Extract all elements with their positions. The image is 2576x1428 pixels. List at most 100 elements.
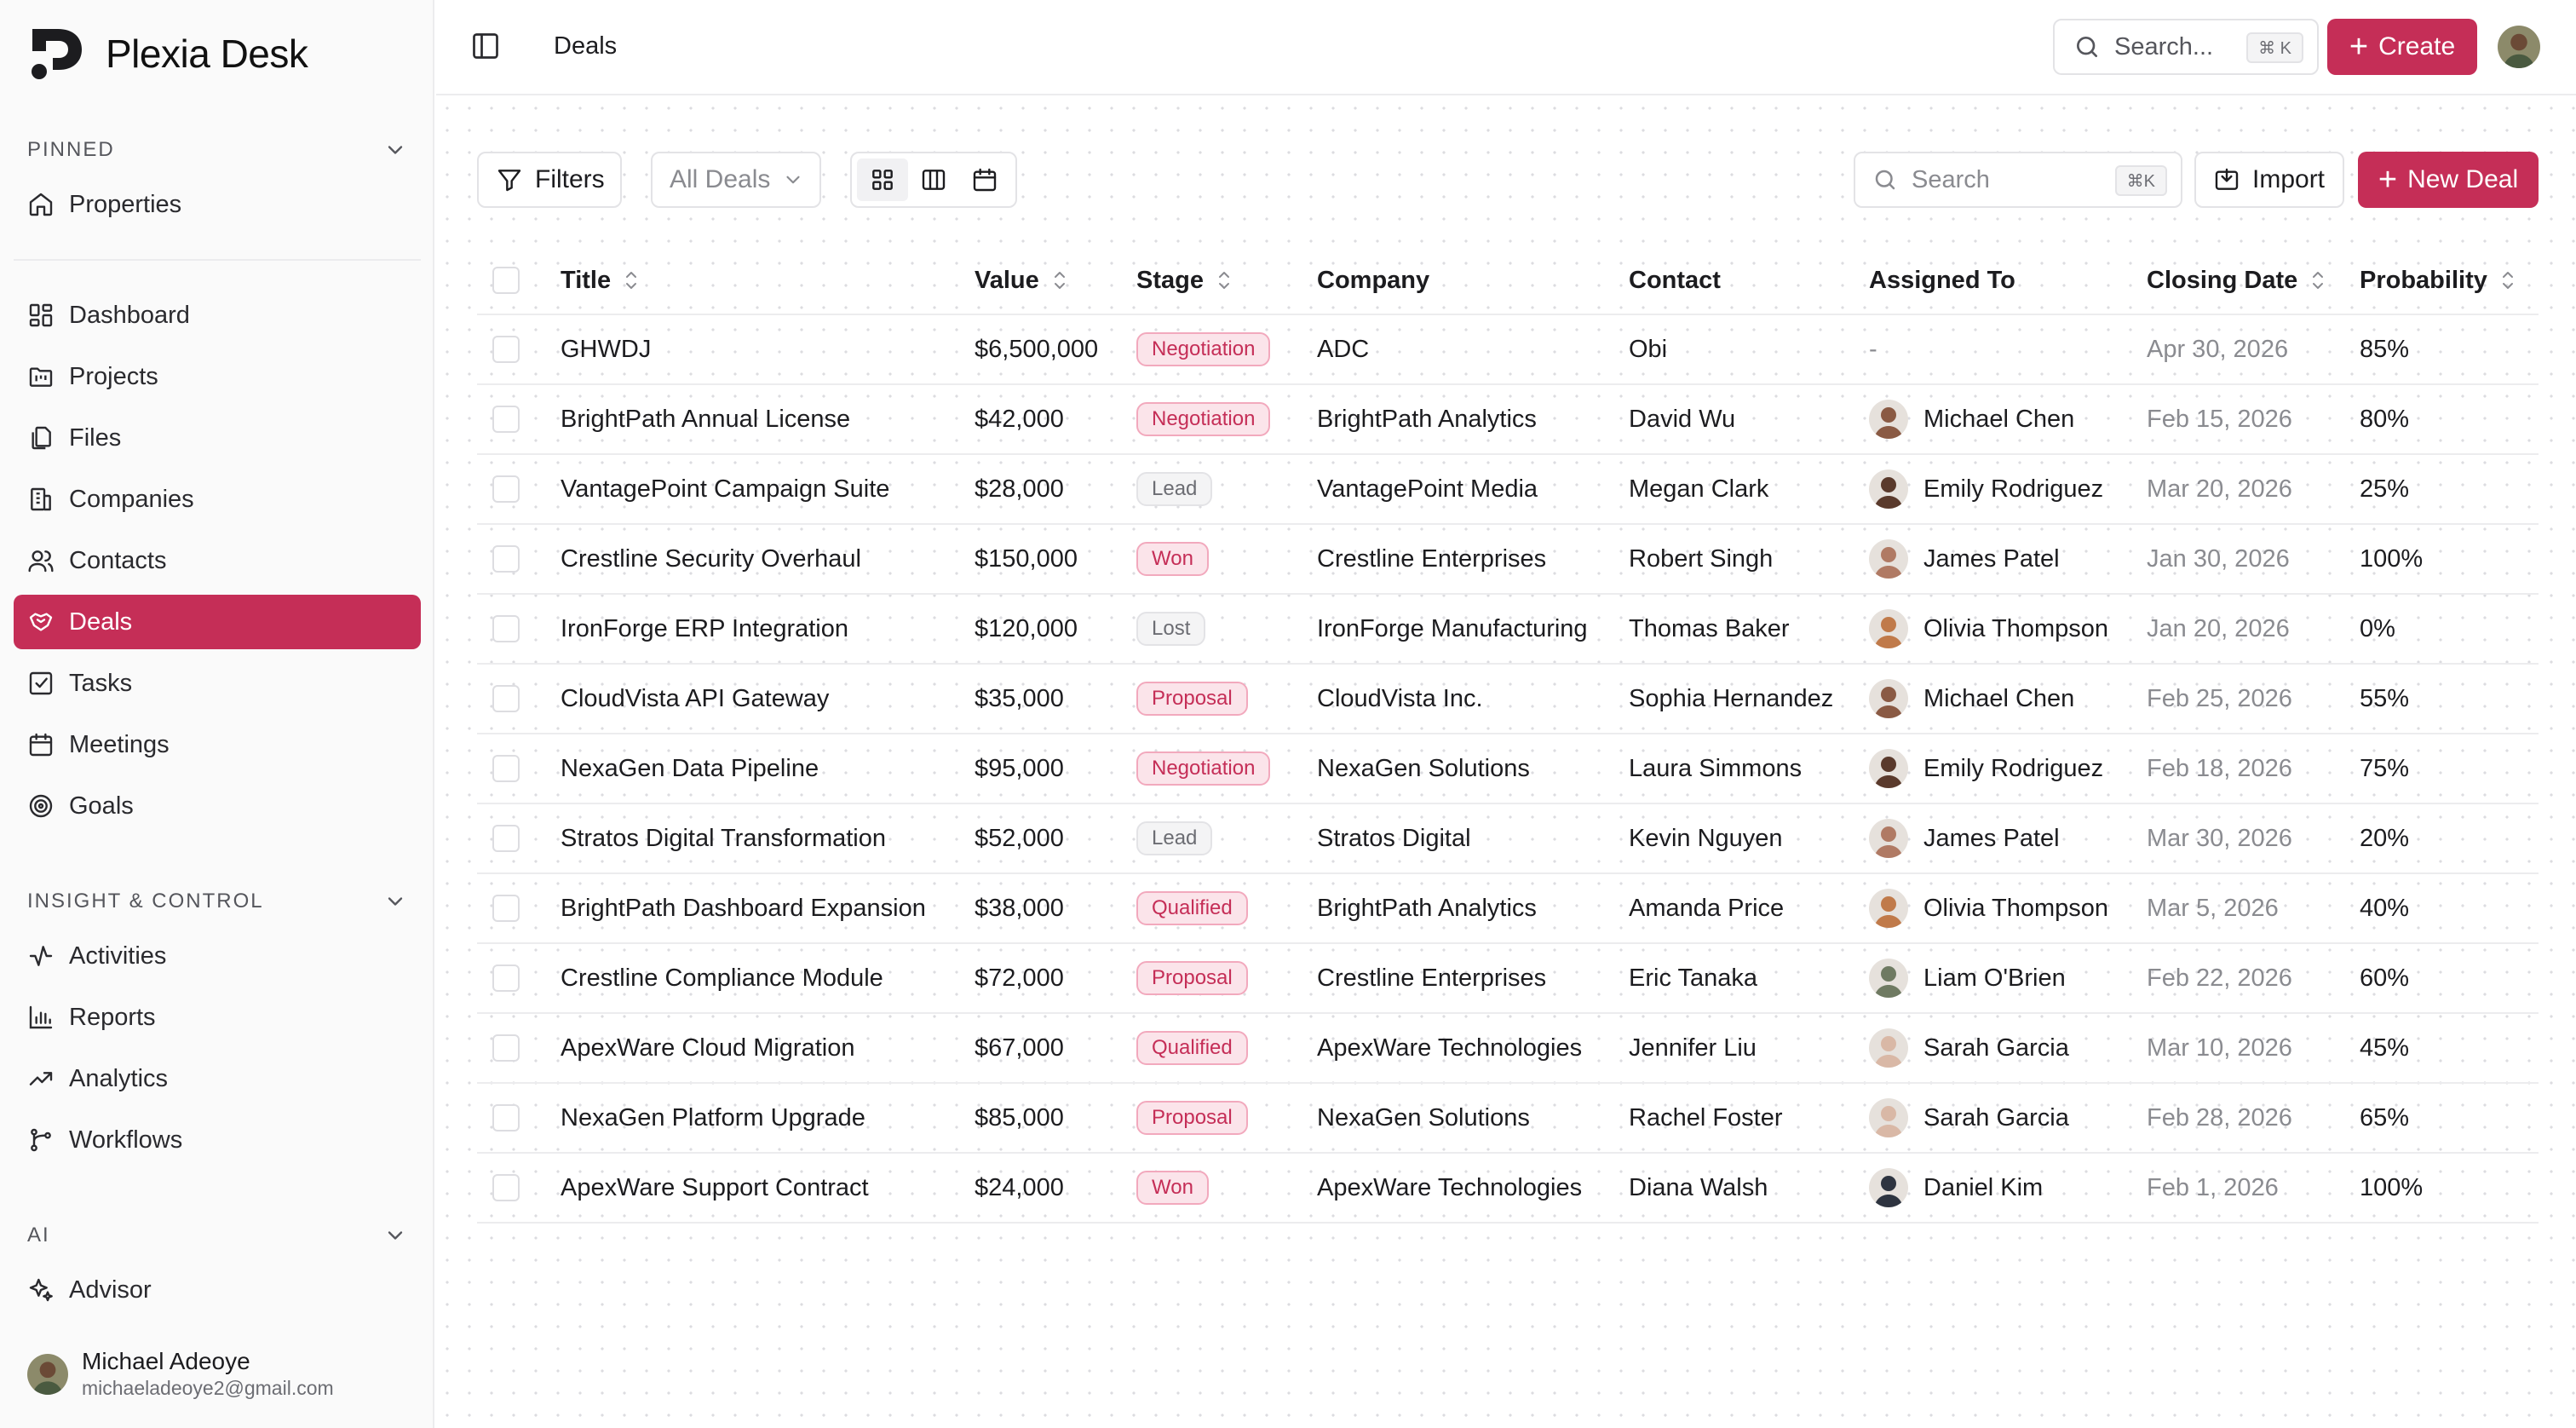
sidebar-item-reports[interactable]: Reports [14, 990, 421, 1045]
sidebar-item-tasks[interactable]: Tasks [14, 656, 421, 711]
deals-search-input[interactable]: Search ⌘K [1854, 152, 2182, 208]
row-checkbox[interactable] [492, 1104, 520, 1131]
column-header-closing-date[interactable]: Closing Date [2147, 247, 2328, 314]
user-profile[interactable]: Michael Adeoye michaeladeoye2@gmail.com [27, 1348, 334, 1400]
table-row[interactable]: IronForge ERP Integration $120,000 Lost Iro… [477, 595, 2539, 665]
import-button-label: Import [2252, 165, 2326, 193]
table-row[interactable]: Crestline Security Overhaul $150,000 Won Cr… [477, 525, 2539, 595]
deal-title-cell[interactable]: NexaGen Data Pipeline [561, 734, 819, 803]
deal-title-cell[interactable]: Stratos Digital Transformation [561, 804, 886, 872]
table-row[interactable]: CloudVista API Gateway $35,000 Proposal Clo… [477, 665, 2539, 734]
table-row[interactable]: BrightPath Annual License $42,000 Negotiat… [477, 385, 2539, 455]
deal-title-cell[interactable]: BrightPath Dashboard Expansion [561, 874, 926, 942]
ai-section-header[interactable]: AI [27, 1218, 407, 1252]
deal-title-cell[interactable]: BrightPath Annual License [561, 385, 850, 453]
table-row[interactable]: Stratos Digital Transformation $52,000 Lea… [477, 804, 2539, 874]
sidebar-item-properties[interactable]: Properties [14, 177, 421, 232]
deal-company-cell: ADC [1317, 315, 1369, 383]
import-button[interactable]: Import [2194, 152, 2344, 208]
deal-title-cell[interactable]: ApexWare Cloud Migration [561, 1014, 854, 1082]
deal-title-cell[interactable]: ApexWare Support Contract [561, 1154, 869, 1222]
deals-view-select[interactable]: All Deals [651, 152, 821, 208]
deal-title-cell[interactable]: GHWDJ [561, 315, 651, 383]
avatar [1869, 400, 1908, 439]
filters-button[interactable]: Filters [477, 152, 622, 208]
deal-contact: Diana Walsh [1629, 1173, 1768, 1201]
column-header-title[interactable]: Title [561, 247, 641, 314]
create-button[interactable]: + Create [2327, 19, 2477, 75]
sidebar-item-analytics[interactable]: Analytics [14, 1051, 421, 1106]
row-checkbox[interactable] [492, 964, 520, 992]
deal-company-cell: Stratos Digital [1317, 804, 1471, 872]
row-select-cell [492, 315, 520, 383]
insight-section-header[interactable]: INSIGHT & CONTROL [27, 884, 407, 918]
chevron-down-icon [388, 897, 403, 906]
deal-value-cell: $38,000 [975, 874, 1064, 942]
sidebar-item-goals[interactable]: Goals [14, 779, 421, 833]
avatar[interactable] [2498, 26, 2540, 68]
sidebar-item-companies[interactable]: Companies [14, 472, 421, 527]
deal-contact: David Wu [1629, 405, 1736, 433]
column-header-probability[interactable]: Probability [2360, 247, 2518, 314]
board-view-button[interactable] [908, 158, 959, 201]
row-checkbox[interactable] [492, 545, 520, 573]
row-checkbox[interactable] [492, 1034, 520, 1062]
row-checkbox[interactable] [492, 615, 520, 642]
new-deal-button[interactable]: + New Deal [2358, 152, 2539, 208]
deal-value: $85,000 [975, 1103, 1064, 1131]
calendar-view-button[interactable] [959, 158, 1010, 201]
assignee-name: James Patel [1923, 544, 2060, 573]
sidebar-item-dashboard[interactable]: Dashboard [14, 288, 421, 343]
table-row[interactable]: NexaGen Data Pipeline $95,000 Negotiation N… [477, 734, 2539, 804]
select-all-checkbox[interactable] [492, 267, 520, 294]
deal-probability: 0% [2360, 614, 2395, 642]
insight-section-label: INSIGHT & CONTROL [27, 890, 264, 913]
sidebar-toggle-icon[interactable] [470, 31, 501, 61]
sidebar-item-advisor[interactable]: Advisor [14, 1263, 421, 1317]
column-header-stage[interactable]: Stage [1136, 247, 1234, 314]
chevron-down-icon [388, 1231, 403, 1240]
deal-company: BrightPath Analytics [1317, 405, 1537, 433]
table-row[interactable]: GHWDJ $6,500,000 Negotiation ADC Obi - Apr 30,… [477, 315, 2539, 385]
deal-title-cell[interactable]: Crestline Compliance Module [561, 944, 883, 1012]
table-row[interactable]: BrightPath Dashboard Expansion $38,000 Qua… [477, 874, 2539, 944]
deal-title-cell[interactable]: Crestline Security Overhaul [561, 525, 861, 593]
global-search-input[interactable]: Search... ⌘ K [2053, 19, 2319, 75]
sidebar-item-projects[interactable]: Projects [14, 349, 421, 404]
sidebar: Plexia Desk PINNED Properties Dashboard … [0, 0, 434, 1428]
assignee-name: Sarah Garcia [1923, 1103, 2069, 1131]
deal-title: BrightPath Annual License [561, 405, 851, 433]
row-checkbox[interactable] [492, 685, 520, 712]
row-checkbox[interactable] [492, 1174, 520, 1201]
grid-view-button[interactable] [857, 158, 908, 201]
stage-badge: Negotiation [1136, 332, 1271, 366]
row-checkbox[interactable] [492, 895, 520, 922]
pinned-section-header[interactable]: PINNED [27, 133, 407, 167]
deal-assigned-cell: Sarah Garcia [1869, 1014, 2069, 1082]
sidebar-item-workflows[interactable]: Workflows [14, 1113, 421, 1167]
table-row[interactable]: NexaGen Platform Upgrade $85,000 Proposal N… [477, 1084, 2539, 1154]
table-row[interactable]: VantagePoint Campaign Suite $28,000 Lead Va… [477, 455, 2539, 525]
sidebar-item-meetings[interactable]: Meetings [14, 717, 421, 772]
row-checkbox[interactable] [492, 406, 520, 433]
sidebar-item-contacts[interactable]: Contacts [14, 533, 421, 588]
column-header-value[interactable]: Value [975, 247, 1070, 314]
deal-closing-cell: Mar 5, 2026 [2147, 874, 2279, 942]
deal-title-cell[interactable]: IronForge ERP Integration [561, 595, 848, 663]
sidebar-item-files[interactable]: Files [14, 411, 421, 465]
table-row[interactable]: ApexWare Cloud Migration $67,000 Qualified… [477, 1014, 2539, 1084]
view-switcher [850, 152, 1017, 208]
row-checkbox[interactable] [492, 825, 520, 852]
table-row[interactable]: Crestline Compliance Module $72,000 Propos… [477, 944, 2539, 1014]
row-checkbox[interactable] [492, 475, 520, 503]
deal-company: BrightPath Analytics [1317, 894, 1537, 922]
deal-title-cell[interactable]: NexaGen Platform Upgrade [561, 1084, 865, 1152]
deal-title-cell[interactable]: VantagePoint Campaign Suite [561, 455, 889, 523]
row-checkbox[interactable] [492, 755, 520, 782]
deal-title-cell[interactable]: CloudVista API Gateway [561, 665, 829, 733]
brand[interactable]: Plexia Desk [27, 26, 308, 82]
sidebar-item-activities[interactable]: Activities [14, 929, 421, 983]
table-row[interactable]: ApexWare Support Contract $24,000 Won ApexW… [477, 1154, 2539, 1224]
row-checkbox[interactable] [492, 336, 520, 363]
sidebar-item-deals[interactable]: Deals [14, 595, 421, 649]
